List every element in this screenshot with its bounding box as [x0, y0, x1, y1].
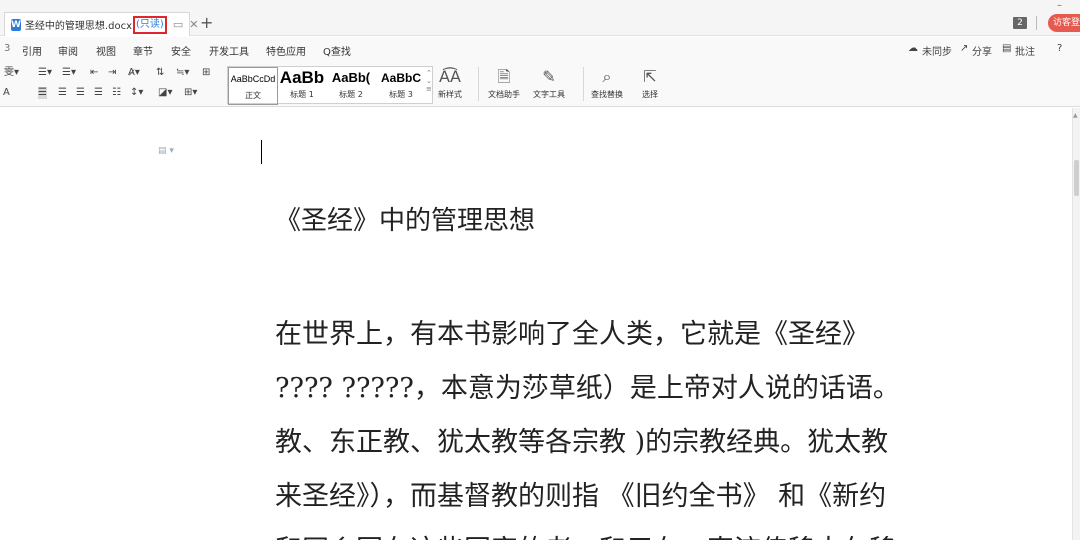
- align-right-button[interactable]: ☰: [76, 87, 85, 99]
- select-button[interactable]: ⇱ 选择: [642, 65, 658, 100]
- document-line: ???? ?????，本意为莎草纸）是上帝对人说的话语。: [275, 373, 900, 404]
- numbered-list-button[interactable]: ☰▾: [62, 67, 76, 79]
- doc-helper-button[interactable]: 🗎 文档助手: [488, 65, 520, 100]
- decrease-indent-button[interactable]: ⇤: [90, 67, 98, 79]
- scroll-up-icon[interactable]: ▲: [1073, 112, 1078, 119]
- menu-item-partial[interactable]: 3: [4, 43, 10, 54]
- menu-item-view[interactable]: 视图: [96, 43, 116, 58]
- style-normal[interactable]: AaBbCcDd 正文: [228, 67, 278, 105]
- ribbon-toolbar: 雯▾ A ☰▾ ☰▾ ⇤ ⇥ A̷▾ ⇅ ≒▾ ⊞ ☰ ☰ ☰ ☰ ☷ ↕▾ ◪…: [0, 61, 1080, 107]
- text-cursor: [261, 140, 262, 164]
- tab-stop-button[interactable]: ≒▾: [176, 67, 189, 79]
- menu-item-features[interactable]: 特色应用: [266, 43, 306, 58]
- justify-button[interactable]: ☰: [94, 87, 103, 99]
- phonetic-guide-button[interactable]: 雯▾: [4, 67, 19, 79]
- shading-button[interactable]: ◪▾: [158, 87, 172, 99]
- document-line: 来圣经》），而基督教的则指 《旧约全书》 和《新约: [275, 481, 887, 512]
- style-name: 正文: [245, 91, 261, 100]
- style-heading-2[interactable]: AaBb( 标题 2: [326, 67, 376, 105]
- style-name: 标题 1: [290, 90, 314, 99]
- divider: [583, 67, 584, 101]
- doc-helper-icon: 🗎: [497, 67, 511, 86]
- new-style-button[interactable]: A͡A 新样式: [438, 65, 462, 100]
- wrench-icon: ✎: [542, 67, 556, 86]
- menu-item-review[interactable]: 审阅: [58, 43, 78, 58]
- gallery-scroll-icon[interactable]: ⌃ ⌄ ≡: [426, 69, 432, 93]
- share-icon: ↗: [960, 43, 969, 54]
- document-title: 《圣经》中的管理思想: [275, 206, 536, 236]
- line-spacing-button[interactable]: ↕▾: [130, 87, 143, 99]
- menu-item-references[interactable]: 引用: [22, 43, 42, 58]
- text-tools-button[interactable]: ✎ 文字工具: [533, 65, 565, 100]
- borders-button[interactable]: ⊞▾: [184, 87, 197, 99]
- help-button[interactable]: ?: [1057, 43, 1062, 54]
- comment-icon: ▤: [1002, 43, 1012, 54]
- divider: [478, 67, 479, 101]
- new-style-label: 新样式: [438, 90, 462, 99]
- style-preview: AaBb(: [331, 70, 371, 85]
- scrollbar-thumb[interactable]: [1074, 160, 1079, 196]
- tab-bar: W 圣经中的管理思想.docx (只读) ▭ ✕ + 2 – 访客登: [0, 0, 1080, 36]
- paragraph-mark-icon[interactable]: ▤ ▾: [158, 146, 174, 156]
- close-icon[interactable]: ✕: [189, 18, 198, 31]
- sync-status[interactable]: 未同步: [922, 43, 952, 58]
- find-replace-label: 查找替换: [591, 90, 623, 99]
- document-line: 教、东正教、犹太教等各宗教 )的宗教经典。犹太教: [275, 427, 889, 458]
- document-line: 和同乡团在这些国家的老一和用在一直流传移太久移: [275, 528, 896, 540]
- select-label: 选择: [642, 90, 658, 99]
- style-gallery: AaBbCcDd 正文 AaBb 标题 1 AaBb( 标题 2 AaBbC 标…: [227, 66, 433, 105]
- guest-login-button[interactable]: 访客登: [1048, 14, 1080, 32]
- document-tab[interactable]: W 圣经中的管理思想.docx (只读) ▭ ✕: [4, 12, 198, 36]
- style-heading-3[interactable]: AaBbC 标题 3: [376, 67, 426, 105]
- style-name: 标题 2: [339, 90, 363, 99]
- align-left-button[interactable]: ☰: [38, 87, 47, 99]
- style-preview: AaBbCcDd: [230, 74, 276, 84]
- text-tools-label: 文字工具: [533, 90, 565, 99]
- word-doc-icon: W: [11, 18, 21, 31]
- find-replace-icon: ⌕: [602, 67, 612, 86]
- screen-icon[interactable]: ▭: [173, 18, 183, 31]
- font-color-button[interactable]: A: [3, 87, 10, 99]
- menu-item-section[interactable]: 章节: [133, 43, 153, 58]
- tab-count-badge[interactable]: 2: [1013, 17, 1027, 29]
- minimize-button[interactable]: –: [1057, 0, 1062, 11]
- document-filename: 圣经中的管理思想.docx: [24, 21, 132, 32]
- style-preview: AaBbC: [380, 71, 421, 85]
- sort-button[interactable]: ⇅: [156, 67, 164, 79]
- table-border-button[interactable]: ⊞: [202, 67, 210, 79]
- menu-bar: 3 引用 审阅 视图 章节 安全 开发工具 特色应用 Q查找 ☁ 未同步 ↗ 分…: [0, 37, 1080, 61]
- new-tab-button[interactable]: +: [200, 14, 213, 32]
- menu-item-search[interactable]: Q查找: [323, 43, 351, 58]
- document-line: 在世界上，有本书影响了全人类，它就是《圣经》: [275, 319, 869, 350]
- new-style-icon: A͡A: [439, 67, 461, 86]
- style-heading-1[interactable]: AaBb 标题 1: [278, 67, 326, 105]
- menu-item-security[interactable]: 安全: [171, 43, 191, 58]
- comment-button[interactable]: 批注: [1015, 43, 1035, 58]
- cloud-icon: ☁: [908, 43, 918, 54]
- share-button[interactable]: 分享: [972, 43, 992, 58]
- menu-item-dev-tools[interactable]: 开发工具: [209, 43, 249, 58]
- align-center-button[interactable]: ☰: [58, 87, 67, 99]
- doc-helper-label: 文档助手: [488, 90, 520, 99]
- style-name: 标题 3: [389, 90, 413, 99]
- divider: [1036, 16, 1037, 30]
- increase-indent-button[interactable]: ⇥: [108, 67, 116, 79]
- style-preview: AaBb: [279, 68, 325, 87]
- bullet-list-button[interactable]: ☰▾: [38, 67, 52, 79]
- find-replace-button[interactable]: ⌕ 查找替换: [591, 65, 623, 100]
- distributed-button[interactable]: ☷: [112, 87, 121, 99]
- select-cursor-icon: ⇱: [643, 67, 657, 86]
- readonly-badge: (只读): [133, 15, 167, 34]
- char-spacing-button[interactable]: A̷▾: [128, 67, 140, 79]
